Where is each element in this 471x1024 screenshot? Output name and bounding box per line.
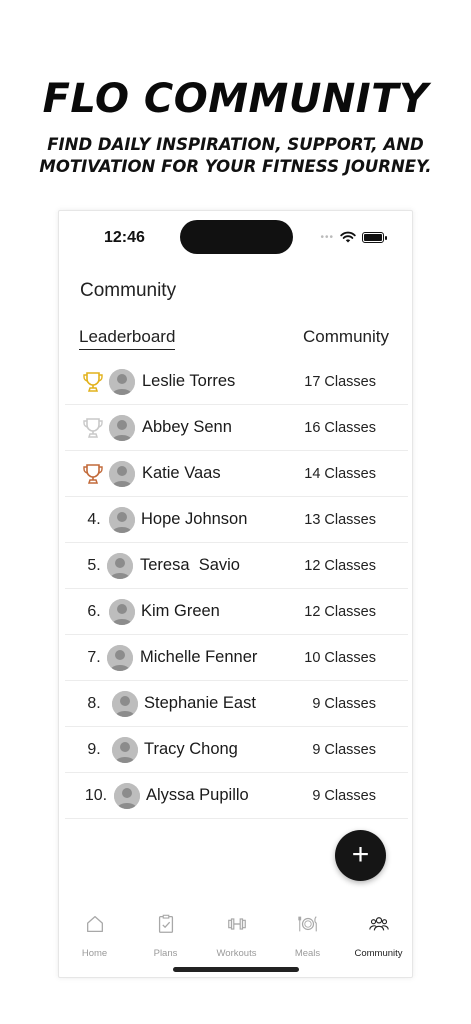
avatar[interactable] (107, 644, 133, 671)
rank-number: 9. (87, 740, 101, 758)
class-count: 12 Classes (304, 557, 376, 574)
rank-number: 5. (87, 556, 101, 574)
class-count: 12 Classes (304, 603, 376, 620)
tab-community[interactable]: Community (303, 327, 389, 347)
class-count: 14 Classes (304, 465, 376, 482)
dynamic-island (180, 220, 293, 254)
nav-item-home[interactable]: Home (59, 911, 130, 961)
leaderboard-row[interactable]: Leslie Torres 17 Classes (65, 359, 408, 405)
nav-label: Workouts (216, 948, 257, 959)
member-name[interactable]: Teresa Savio (140, 556, 240, 575)
avatar[interactable] (109, 598, 135, 625)
avatar[interactable] (114, 782, 140, 809)
home-icon (84, 911, 106, 940)
member-name[interactable]: Michelle Fenner (140, 648, 257, 667)
rank-number: 10. (84, 786, 108, 804)
member-name[interactable]: Abbey Senn (142, 418, 232, 437)
leaderboard-list: Leslie Torres 17 Classes Abbey Senn 16 Clas… (65, 359, 408, 819)
leaderboard-row[interactable]: 8. Stephanie East 9 Classes (65, 681, 408, 727)
member-name[interactable]: Alyssa Pupillo (146, 786, 249, 805)
member-name[interactable]: Katie Vaas (142, 464, 221, 483)
nav-item-community[interactable]: Community (343, 911, 412, 961)
signal-dots-icon: ••• (320, 231, 334, 243)
rank-number: 4. (87, 510, 101, 528)
promo-title: FLO COMMUNITY (42, 76, 429, 122)
promo-subtitle-line2: MOTIVATION FOR YOUR FITNESS JOURNEY. (39, 157, 432, 176)
leaderboard-row[interactable]: 9. Tracy Chong 9 Classes (65, 727, 408, 773)
battery-icon (362, 231, 387, 243)
nav-label: Plans (153, 948, 178, 959)
rank-number: 6. (87, 602, 101, 620)
avatar[interactable] (112, 690, 138, 717)
home-indicator[interactable] (173, 967, 299, 972)
tab-leaderboard[interactable]: Leaderboard (79, 327, 176, 350)
member-name[interactable]: Tracy Chong (144, 740, 238, 759)
page-title: Community (80, 280, 177, 301)
class-count: 9 Classes (312, 787, 376, 804)
class-count: 9 Classes (312, 741, 376, 758)
promo-subtitle-line1: FIND DAILY INSPIRATION, SUPPORT, AND (47, 135, 424, 154)
rank-number: 7. (87, 648, 101, 666)
bottom-nav-bar: Home Plans Workouts Meals Community (59, 911, 412, 961)
member-name[interactable]: Stephanie East (144, 694, 256, 713)
member-name[interactable]: Leslie Torres (142, 372, 235, 391)
class-count: 16 Classes (304, 419, 376, 436)
dumbbell-icon (226, 911, 248, 940)
leaderboard-row[interactable]: 5. Teresa Savio 12 Classes (65, 543, 408, 589)
promo-subtitle: FIND DAILY INSPIRATION, SUPPORT, AND MOT… (0, 134, 471, 178)
avatar[interactable] (109, 460, 135, 487)
trophy-silver-icon (81, 416, 105, 440)
status-indicators: ••• (320, 231, 387, 243)
class-count: 17 Classes (304, 373, 376, 390)
leaderboard-row[interactable]: 10. Alyssa Pupillo 9 Classes (65, 773, 408, 819)
class-count: 10 Classes (304, 649, 376, 666)
nav-label: Meals (294, 948, 321, 959)
class-count: 13 Classes (304, 511, 376, 528)
add-post-button[interactable]: + (335, 830, 386, 881)
avatar[interactable] (109, 414, 135, 441)
nav-item-meals[interactable]: Meals (272, 911, 343, 961)
status-time: 12:46 (104, 229, 145, 246)
member-name[interactable]: Hope Johnson (141, 510, 247, 529)
people-group-icon (368, 911, 390, 940)
phone-screen: 12:46 ••• Community Leaderboard Communit… (58, 210, 413, 978)
class-count: 9 Classes (312, 695, 376, 712)
clipboard-check-icon (155, 911, 177, 940)
trophy-gold-icon (81, 370, 105, 394)
member-name[interactable]: Kim Green (141, 602, 220, 621)
nav-item-workouts[interactable]: Workouts (201, 911, 272, 961)
leaderboard-row[interactable]: Abbey Senn 16 Classes (65, 405, 408, 451)
leaderboard-row[interactable]: 4. Hope Johnson 13 Classes (65, 497, 408, 543)
rank-number: 8. (87, 694, 101, 712)
avatar[interactable] (109, 506, 135, 533)
leaderboard-row[interactable]: 7. Michelle Fenner 10 Classes (65, 635, 408, 681)
nav-label: Home (81, 948, 108, 959)
fork-plate-knife-icon (297, 911, 319, 940)
trophy-bronze-icon (81, 462, 105, 486)
nav-label: Community (354, 948, 403, 959)
avatar[interactable] (107, 552, 133, 579)
wifi-icon (340, 231, 356, 243)
avatar[interactable] (112, 736, 138, 763)
leaderboard-row[interactable]: Katie Vaas 14 Classes (65, 451, 408, 497)
nav-item-plans[interactable]: Plans (130, 911, 201, 961)
leaderboard-row[interactable]: 6. Kim Green 12 Classes (65, 589, 408, 635)
avatar[interactable] (109, 368, 135, 395)
